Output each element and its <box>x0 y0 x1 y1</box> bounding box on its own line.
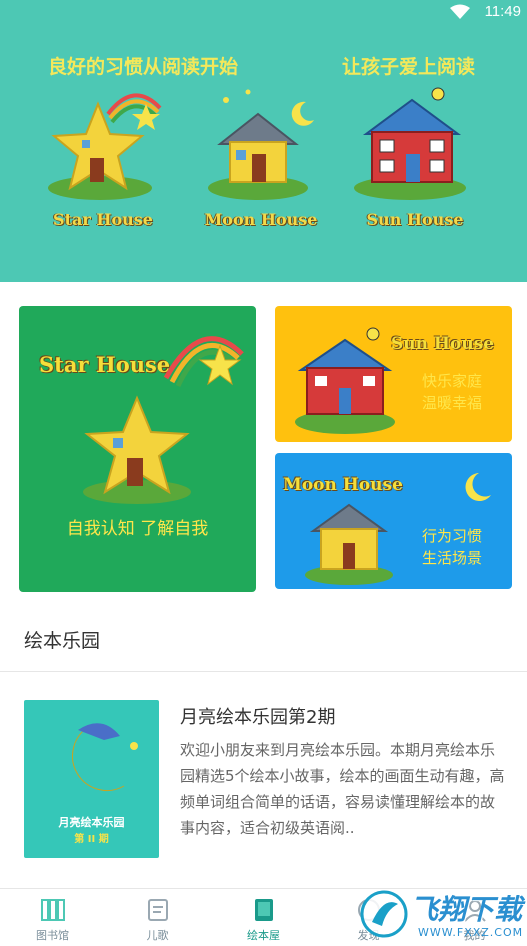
moon-house-illustration-card <box>305 503 393 585</box>
rainbow-star-icon <box>163 336 244 388</box>
book-icon <box>255 899 273 921</box>
moon-card-line2: 生活场景 <box>421 549 482 567</box>
sun-house-card[interactable]: Sun House 快乐家庭 温暖幸福 <box>275 306 512 442</box>
sun-card-line1: 快乐家庭 <box>421 372 482 390</box>
sun-card-line2: 温暖幸福 <box>421 394 482 412</box>
tab-library[interactable]: 图书馆 <box>0 889 105 946</box>
moon-icon <box>465 473 491 501</box>
sun-house-illustration <box>354 87 466 200</box>
watermark: 飞翔下载 WWW.FXXZ.COM <box>360 886 527 945</box>
tab-library-label: 图书馆 <box>36 929 69 942</box>
bookshelf-icon <box>41 899 65 921</box>
banner[interactable]: 良好的习惯从阅读开始 让孩子爱上阅读 Star House Moon House <box>0 24 527 282</box>
book-cover-title: 月亮绘本乐园 <box>58 816 125 829</box>
section-title: 绘本乐园 <box>24 630 101 652</box>
status-time: 11:49 <box>484 3 521 20</box>
sun-card-title: Sun House <box>391 334 495 354</box>
tab-songs[interactable]: 儿歌 <box>105 889 210 946</box>
watermark-brand: 飞翔下载 <box>410 893 523 926</box>
wifi-icon <box>450 4 470 19</box>
moon-card-line1: 行为习惯 <box>421 527 482 545</box>
tab-picture-books[interactable]: 绘本屋 <box>211 889 316 946</box>
watermark-site: WWW.FXXZ.COM <box>418 926 524 939</box>
tab-picture-books-label: 绘本屋 <box>247 929 280 942</box>
book-description: 欢迎小朋友来到月亮绘本乐园。本期月亮绘本乐园精选5个绘本小故事，绘本的画面生动有… <box>180 741 505 837</box>
star-house-illustration-card <box>83 395 191 504</box>
star-house-card[interactable]: Star House 自我认知 了解自我 <box>19 306 256 592</box>
book-title[interactable]: 月亮绘本乐园第2期 <box>180 703 335 729</box>
star-card-subtitle: 自我认知 了解自我 <box>66 519 209 539</box>
banner-slogan-left: 良好的习惯从阅读开始 <box>48 56 239 78</box>
star-card-title: Star House <box>39 352 171 377</box>
house-name-sun: Sun House <box>366 210 464 229</box>
book-cover[interactable]: 月亮绘本乐园 第 II 期 <box>24 700 159 858</box>
house-name-moon: Moon House <box>204 210 318 229</box>
moon-house-illustration <box>208 89 314 200</box>
moon-house-card[interactable]: Moon House 行为习惯 生活场景 <box>275 453 512 589</box>
house-name-star: Star House <box>53 210 153 229</box>
moon-cover-icon <box>72 723 138 791</box>
section-divider <box>0 671 527 672</box>
watermark-logo-icon <box>360 890 408 938</box>
book-cover-issue: 第 II 期 <box>74 834 109 845</box>
sun-house-illustration-card <box>295 327 395 434</box>
notebook-icon <box>148 899 168 921</box>
status-bar: 11:49 <box>0 0 527 24</box>
star-house-illustration <box>48 93 162 200</box>
banner-slogan-right: 让孩子爱上阅读 <box>342 56 476 78</box>
tab-songs-label: 儿歌 <box>146 929 169 942</box>
